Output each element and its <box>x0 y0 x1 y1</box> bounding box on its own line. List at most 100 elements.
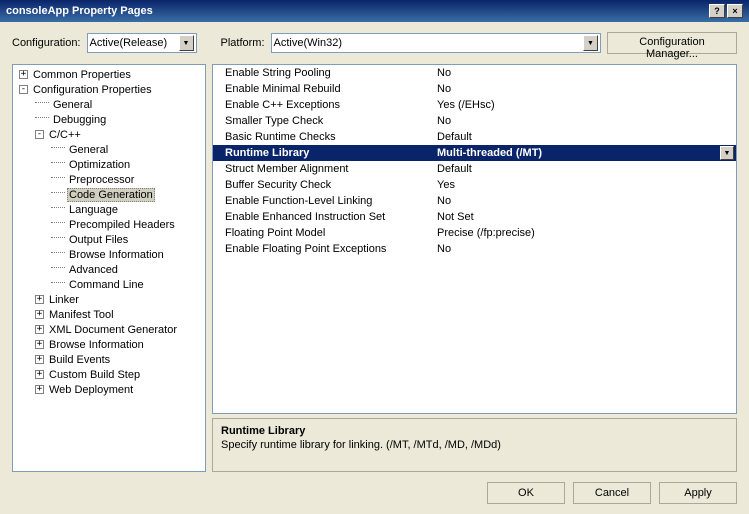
tree-connector-icon <box>51 282 65 283</box>
collapse-icon[interactable]: - <box>19 85 28 94</box>
property-row[interactable]: Enable Minimal RebuildNo <box>213 81 736 97</box>
property-value[interactable]: No <box>433 243 736 255</box>
tree-label[interactable]: Build Events <box>47 354 112 366</box>
tree-label[interactable]: Command Line <box>67 279 146 291</box>
tree-item[interactable]: -C/C++ <box>15 127 203 142</box>
property-name: Enable Enhanced Instruction Set <box>213 211 433 223</box>
tree-item[interactable]: General <box>15 97 203 112</box>
chevron-down-icon: ▼ <box>583 35 598 51</box>
property-value[interactable]: Yes (/EHsc) <box>433 99 736 111</box>
cancel-button[interactable]: Cancel <box>573 482 651 504</box>
property-row[interactable]: Struct Member AlignmentDefault <box>213 161 736 177</box>
property-grid[interactable]: Enable String PoolingNoEnable Minimal Re… <box>212 64 737 414</box>
tree-label[interactable]: Code Generation <box>67 188 155 202</box>
tree-label[interactable]: C/C++ <box>47 129 83 141</box>
property-value[interactable]: Precise (/fp:precise) <box>433 227 736 239</box>
chevron-down-icon[interactable]: ▼ <box>720 146 734 160</box>
titlebar: consoleApp Property Pages ? × <box>0 0 749 22</box>
expand-icon[interactable]: + <box>35 325 44 334</box>
property-row[interactable]: Buffer Security CheckYes <box>213 177 736 193</box>
platform-dropdown[interactable]: Active(Win32) ▼ <box>271 33 601 53</box>
tree-item[interactable]: +XML Document Generator <box>15 322 203 337</box>
tree-label[interactable]: Debugging <box>51 114 108 126</box>
help-icon[interactable]: ? <box>709 4 725 18</box>
tree-label[interactable]: Manifest Tool <box>47 309 116 321</box>
tree-item[interactable]: +Browse Information <box>15 337 203 352</box>
tree-item[interactable]: Advanced <box>15 262 203 277</box>
tree-item[interactable]: Precompiled Headers <box>15 217 203 232</box>
property-name: Enable Function-Level Linking <box>213 195 433 207</box>
ok-button[interactable]: OK <box>487 482 565 504</box>
tree-item[interactable]: -Configuration Properties <box>15 82 203 97</box>
tree-item[interactable]: +Common Properties <box>15 67 203 82</box>
tree-item[interactable]: +Build Events <box>15 352 203 367</box>
expand-icon[interactable]: + <box>19 70 28 79</box>
property-value[interactable]: Yes <box>433 179 736 191</box>
tree-label[interactable]: Optimization <box>67 159 132 171</box>
property-value[interactable]: Not Set <box>433 211 736 223</box>
tree-label[interactable]: General <box>67 144 110 156</box>
tree-connector-icon <box>51 177 65 178</box>
tree-label[interactable]: Common Properties <box>31 69 133 81</box>
property-row[interactable]: Runtime LibraryMulti-threaded (/MT)▼ <box>213 145 736 161</box>
expand-icon[interactable]: + <box>35 355 44 364</box>
property-value[interactable]: Multi-threaded (/MT)▼ <box>433 146 736 160</box>
property-row[interactable]: Basic Runtime ChecksDefault <box>213 129 736 145</box>
property-value[interactable]: Default <box>433 163 736 175</box>
collapse-icon[interactable]: - <box>35 130 44 139</box>
expand-icon[interactable]: + <box>35 340 44 349</box>
property-value[interactable]: No <box>433 195 736 207</box>
tree-item[interactable]: General <box>15 142 203 157</box>
tree-label[interactable]: Language <box>67 204 120 216</box>
property-row[interactable]: Enable String PoolingNo <box>213 65 736 81</box>
tree-item[interactable]: +Custom Build Step <box>15 367 203 382</box>
tree-connector-icon <box>51 207 65 208</box>
property-value[interactable]: No <box>433 83 736 95</box>
tree-item[interactable]: Output Files <box>15 232 203 247</box>
tree-item[interactable]: Debugging <box>15 112 203 127</box>
expand-icon[interactable]: + <box>35 295 44 304</box>
property-value[interactable]: No <box>433 115 736 127</box>
tree-label[interactable]: Configuration Properties <box>31 84 154 96</box>
expand-icon[interactable]: + <box>35 310 44 319</box>
tree-label[interactable]: Advanced <box>67 264 120 276</box>
property-row[interactable]: Smaller Type CheckNo <box>213 113 736 129</box>
tree-label[interactable]: Web Deployment <box>47 384 135 396</box>
tree-item[interactable]: Code Generation <box>15 187 203 202</box>
tree-label[interactable]: Output Files <box>67 234 130 246</box>
tree-label[interactable]: XML Document Generator <box>47 324 179 336</box>
property-value[interactable]: No <box>433 67 736 79</box>
tree-label[interactable]: Preprocessor <box>67 174 136 186</box>
tree-label[interactable]: Linker <box>47 294 81 306</box>
property-name: Enable C++ Exceptions <box>213 99 433 111</box>
tree-label[interactable]: Browse Information <box>47 339 146 351</box>
property-name: Enable Minimal Rebuild <box>213 83 433 95</box>
tree-connector-icon <box>51 252 65 253</box>
tree-item[interactable]: Command Line <box>15 277 203 292</box>
property-row[interactable]: Floating Point ModelPrecise (/fp:precise… <box>213 225 736 241</box>
tree-label[interactable]: Browse Information <box>67 249 166 261</box>
tree-item[interactable]: +Manifest Tool <box>15 307 203 322</box>
property-value[interactable]: Default <box>433 131 736 143</box>
tree-connector-icon <box>35 102 49 103</box>
expand-icon[interactable]: + <box>35 385 44 394</box>
configuration-dropdown[interactable]: Active(Release) ▼ <box>87 33 197 53</box>
property-row[interactable]: Enable Function-Level LinkingNo <box>213 193 736 209</box>
property-row[interactable]: Enable Floating Point ExceptionsNo <box>213 241 736 257</box>
tree-item[interactable]: Language <box>15 202 203 217</box>
tree-item[interactable]: Preprocessor <box>15 172 203 187</box>
expand-icon[interactable]: + <box>35 370 44 379</box>
config-manager-button[interactable]: Configuration Manager... <box>607 32 737 54</box>
tree-label[interactable]: General <box>51 99 94 111</box>
close-icon[interactable]: × <box>727 4 743 18</box>
property-row[interactable]: Enable Enhanced Instruction SetNot Set <box>213 209 736 225</box>
tree-item[interactable]: +Linker <box>15 292 203 307</box>
tree-label[interactable]: Precompiled Headers <box>67 219 177 231</box>
tree-panel[interactable]: +Common Properties-Configuration Propert… <box>12 64 206 472</box>
tree-item[interactable]: Browse Information <box>15 247 203 262</box>
tree-item[interactable]: Optimization <box>15 157 203 172</box>
property-row[interactable]: Enable C++ ExceptionsYes (/EHsc) <box>213 97 736 113</box>
tree-label[interactable]: Custom Build Step <box>47 369 142 381</box>
tree-item[interactable]: +Web Deployment <box>15 382 203 397</box>
apply-button[interactable]: Apply <box>659 482 737 504</box>
